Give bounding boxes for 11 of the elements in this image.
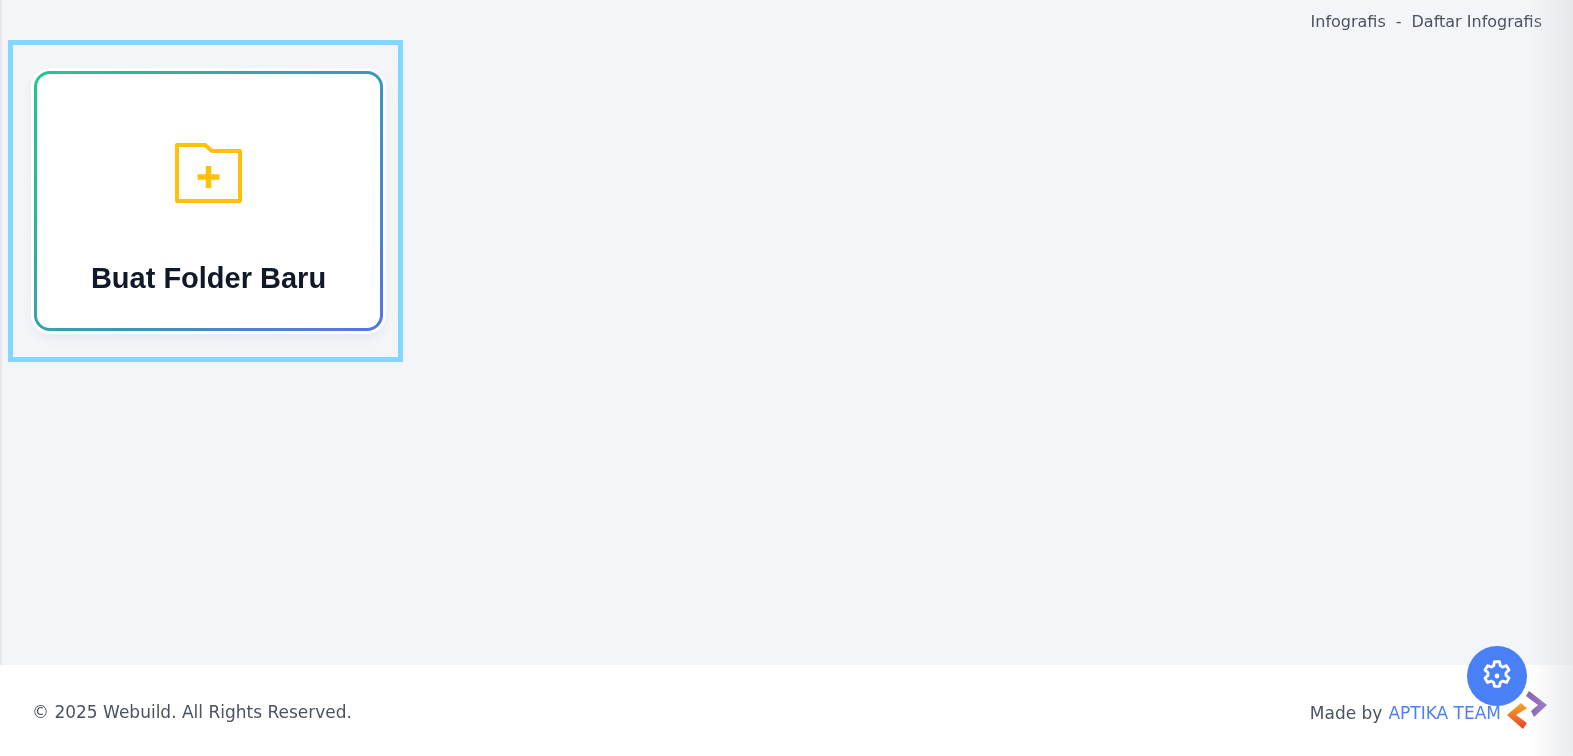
breadcrumb-link[interactable]: Infografis — [1310, 11, 1386, 33]
made-by-text: Made by — [1309, 702, 1383, 723]
chevron-logo-icon — [1507, 690, 1547, 729]
create-folder-card[interactable]: Buat Folder Baru — [34, 71, 383, 331]
copyright-text: © 2025 Webuild. All Rights Reserved. — [32, 701, 352, 722]
breadcrumb-current: Daftar Infografis — [1411, 11, 1542, 33]
team-link[interactable]: APTIKA TEAM — [1388, 702, 1501, 723]
breadcrumb-separator: - — [1395, 11, 1402, 33]
folder-plus-icon — [175, 143, 242, 203]
settings-button[interactable] — [1467, 646, 1527, 706]
card-title: Buat Folder Baru — [90, 261, 327, 295]
